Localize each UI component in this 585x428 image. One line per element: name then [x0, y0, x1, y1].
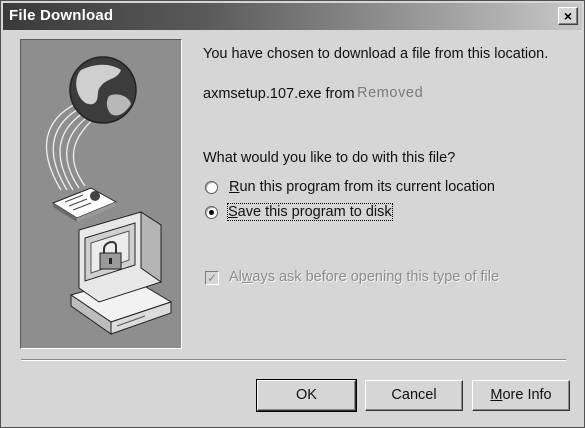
- run-label-text: un this program from its current locatio…: [239, 179, 495, 195]
- document-icon: [51, 187, 118, 222]
- ok-button[interactable]: OK: [256, 379, 357, 412]
- separator: [21, 359, 566, 361]
- computer-icon: [69, 211, 173, 335]
- title-bar[interactable]: File Download ×: [3, 3, 582, 30]
- close-icon: ×: [563, 8, 573, 24]
- globe-icon: [69, 56, 137, 124]
- always-ask-text-pre: Al: [229, 269, 242, 285]
- save-mnemonic: S: [228, 204, 238, 220]
- save-radio-button[interactable]: [205, 206, 218, 219]
- more-info-mnemonic: M: [490, 387, 503, 403]
- file-download-dialog: File Download × You have chosen to downl…: [0, 0, 585, 428]
- download-location-message: You have chosen to download a file from …: [203, 46, 549, 62]
- always-ask-mnemonic: w: [241, 269, 253, 285]
- more-info-button[interactable]: More Info: [472, 380, 570, 411]
- always-ask-text-rest: ays ask before opening this type of file: [252, 269, 500, 285]
- illustration-art: [45, 56, 173, 335]
- run-radio-button[interactable]: [205, 181, 218, 194]
- file-source-value: Removed: [357, 85, 424, 101]
- action-question: What would you like to do with this file…: [203, 150, 456, 166]
- run-mnemonic: R: [229, 179, 240, 195]
- more-info-label: ore Info: [502, 387, 552, 403]
- window-title: File Download: [9, 7, 114, 24]
- run-program-label[interactable]: Run this program from its current locati…: [229, 179, 495, 195]
- save-to-disk-label[interactable]: Save this program to disk: [227, 203, 393, 221]
- always-ask-label[interactable]: Always ask before opening this type of f…: [229, 269, 499, 285]
- save-label-text: ave this program to disk: [237, 204, 392, 220]
- file-name-label: axmsetup.107.exe from: [203, 86, 355, 102]
- radio-selected-dot: [209, 210, 214, 215]
- download-illustration: [20, 39, 182, 349]
- cancel-button[interactable]: Cancel: [365, 380, 463, 411]
- always-ask-checkbox[interactable]: ✓: [205, 271, 219, 285]
- close-button[interactable]: ×: [558, 7, 578, 25]
